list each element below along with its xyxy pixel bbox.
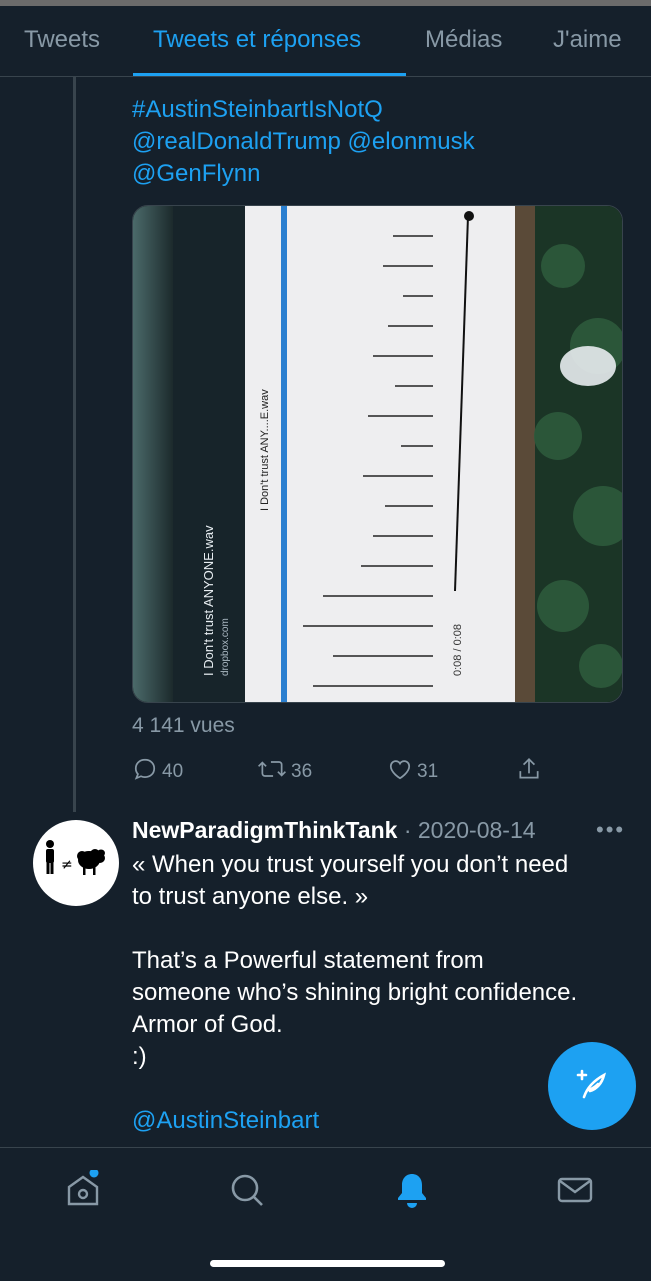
svg-text:I Don't trust ANYONE.wav: I Don't trust ANYONE.wav [201, 525, 216, 676]
tweet-body: « When you trust yourself you don’t need… [132, 849, 577, 1137]
like-button[interactable]: 31 [387, 756, 438, 788]
svg-text:dropbox.com: dropbox.com [220, 618, 231, 676]
video-frame: I Don't trust ANY....E.wav I Don't trust… [133, 206, 622, 702]
retweet-icon [257, 756, 291, 788]
avatar[interactable]: ≠ [33, 820, 119, 906]
tweet-actions: 40 36 31 [132, 756, 552, 788]
tweet-line: « When you trust yourself you don’t need [132, 851, 569, 878]
bell-icon[interactable] [392, 1170, 432, 1215]
tab-likes[interactable]: J'aime [553, 26, 622, 54]
compose-tweet-button[interactable] [548, 1042, 636, 1130]
thread-connector-line [73, 76, 76, 812]
home-icon[interactable] [63, 1168, 103, 1215]
active-tab-indicator [133, 73, 406, 76]
tweet-line: to trust anyone else. » [132, 883, 369, 910]
svg-text:≠: ≠ [61, 857, 73, 873]
view-count: 4 141 vues [132, 714, 235, 737]
hashtag-link[interactable]: #AustinSteinbartIsNotQ [132, 94, 475, 126]
retweet-button[interactable]: 36 [257, 756, 312, 788]
compose-tweet-icon [572, 1064, 612, 1109]
svg-text:I Don't trust ANY....E.wav: I Don't trust ANY....E.wav [259, 389, 271, 511]
mention-link[interactable]: @GenFlynn [132, 158, 475, 190]
home-indicator [210, 1260, 445, 1267]
separator: · [403, 817, 412, 843]
more-options-icon[interactable]: ••• [596, 817, 625, 843]
tab-tweets[interactable]: Tweets [24, 26, 100, 54]
mention-link[interactable]: @AustinSteinbart [132, 1105, 577, 1137]
tweet-line: Armor of God. [132, 1011, 283, 1038]
search-icon[interactable] [227, 1170, 267, 1215]
tweet-line: someone who’s shining bright confidence. [132, 979, 578, 1006]
tweet-date[interactable]: 2020-08-14 [418, 817, 536, 843]
reply-icon [132, 756, 162, 788]
tweet-line: :) [132, 1043, 147, 1070]
tweet-header: NewParadigmThinkTank · 2020-08-14 [132, 817, 536, 844]
mail-icon[interactable] [555, 1170, 595, 1215]
tweet-text: #AustinSteinbartIsNotQ @realDonaldTrump … [132, 94, 475, 190]
tweet-video[interactable]: I Don't trust ANY....E.wav I Don't trust… [132, 205, 623, 703]
retweet-count: 36 [291, 761, 313, 782]
svg-text:0:08 / 0:08: 0:08 / 0:08 [452, 624, 464, 676]
share-icon [516, 756, 546, 788]
tab-media[interactable]: Médias [425, 26, 502, 54]
tab-tweets-and-replies[interactable]: Tweets et réponses [153, 26, 361, 54]
like-count: 31 [417, 761, 439, 782]
tweet-line: That’s a Powerful statement from [132, 947, 484, 974]
reply-count: 40 [162, 761, 184, 782]
mention-links[interactable]: @realDonaldTrump @elonmusk [132, 126, 475, 158]
reply-button[interactable]: 40 [132, 756, 183, 788]
profile-tabs: Tweets Tweets et réponses Médias J'aime [0, 6, 651, 77]
author-name[interactable]: NewParadigmThinkTank [132, 817, 397, 843]
person-not-equal-sheep-icon: ≠ [46, 840, 105, 875]
heart-icon [387, 756, 417, 788]
share-button[interactable] [516, 756, 546, 788]
